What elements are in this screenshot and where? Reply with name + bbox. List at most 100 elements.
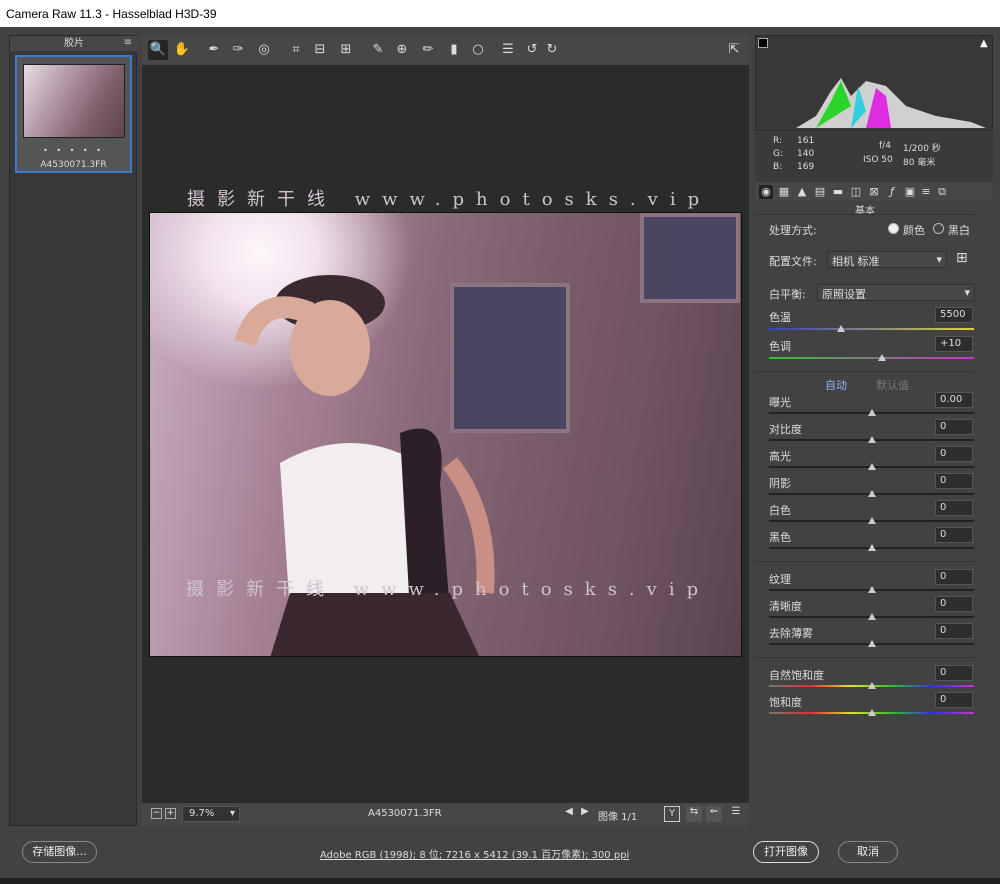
rating-dots[interactable]: • • • • • — [17, 146, 130, 155]
watermark-bottom: 摄影新干线 www.photosks.vip — [186, 579, 711, 600]
effects-tab-icon[interactable]: ƒ — [885, 185, 899, 199]
profile-select[interactable]: 相机 标准 ▾ — [827, 251, 947, 268]
exposure-slider-handle[interactable] — [867, 409, 876, 416]
preferences-icon[interactable]: ☰ — [498, 40, 518, 60]
save-image-button[interactable]: 存储图像... — [22, 841, 97, 863]
shadows-slider-handle[interactable] — [867, 490, 876, 497]
lens-tab-icon[interactable]: ◫ — [849, 185, 863, 199]
preview-area: 🔍 ✋ ✒ ✑ ◎ ⌗ ⊟ ⊞ ✎ ⊕ ✏ ▮ ○ ☰ ↺ ↻ ⇱ 摄影新干线 … — [142, 35, 749, 826]
panel-tabs: ◉ ▦ ▲ ▤ ▬ ◫ ⊠ ƒ ▣ ≡ ⧉ — [755, 183, 993, 201]
temp-slider-track[interactable] — [769, 328, 974, 330]
rotate-right-icon[interactable]: ↻ — [542, 40, 562, 60]
process-label: 处理方式: — [769, 224, 817, 237]
graduated-filter-icon[interactable]: ▮ — [444, 40, 464, 60]
highlight-clipping-toggle[interactable]: ▲ — [980, 38, 990, 49]
image-counter: 图像 1/1 — [598, 812, 638, 823]
split-toning-tab-icon[interactable]: ▬ — [831, 185, 845, 199]
fullscreen-icon[interactable]: ⇱ — [724, 40, 744, 60]
basic-tab-icon[interactable]: ◉ — [759, 185, 773, 199]
red-eye-icon[interactable]: ⊕ — [392, 40, 412, 60]
transform-icon[interactable]: ⊞ — [336, 40, 356, 60]
color-radio[interactable] — [888, 223, 899, 234]
calibration-tab-icon[interactable]: ▣ — [903, 185, 917, 199]
texture-slider-handle[interactable] — [867, 586, 876, 593]
radial-filter-icon[interactable]: ○ — [468, 40, 488, 60]
zoom-out-icon[interactable]: − — [151, 808, 162, 819]
window-bottom-edge — [0, 878, 1000, 884]
temp-slider-handle[interactable] — [836, 325, 845, 332]
hsl-tab-icon[interactable]: ▤ — [813, 185, 827, 199]
bw-radio-label: 黑白 — [948, 224, 970, 237]
prev-image-icon[interactable]: ◀ — [562, 806, 576, 822]
toggle-settings-icon[interactable]: ☰ — [728, 806, 744, 822]
shadow-clipping-toggle[interactable] — [758, 38, 768, 48]
highlights-slider-handle[interactable] — [867, 463, 876, 470]
swap-icon[interactable]: ⇆ — [686, 806, 702, 822]
color-radio-label: 颜色 — [903, 224, 925, 237]
iso-value: ISO 50 — [863, 155, 893, 165]
straighten-icon[interactable]: ⊟ — [310, 40, 330, 60]
presets-tab-icon[interactable]: ≡ — [919, 185, 933, 199]
vibrance-value[interactable]: 0 — [935, 665, 973, 681]
dehaze-slider-handle[interactable] — [867, 640, 876, 647]
preview-bottom-bar: − + 9.7% ▾ A4530071.3FR ◀ ▶ 图像 1/1 Y ⇆ ⇐ … — [142, 803, 749, 826]
zoom-in-icon[interactable]: + — [165, 808, 176, 819]
snapshots-tab-icon[interactable]: ⧉ — [935, 185, 949, 199]
tint-slider-handle[interactable] — [877, 354, 886, 361]
next-image-icon[interactable]: ▶ — [578, 806, 592, 822]
transform-tab-icon[interactable]: ⊠ — [867, 185, 881, 199]
texture-value[interactable]: 0 — [935, 569, 973, 585]
contrast-slider-handle[interactable] — [867, 436, 876, 443]
crop-icon[interactable]: ⌗ — [286, 40, 306, 60]
dehaze-value[interactable]: 0 — [935, 623, 973, 639]
white-balance-icon[interactable]: ✒ — [204, 40, 224, 60]
shutter-value: 1/200 秒 — [903, 144, 941, 154]
profile-label: 配置文件: — [769, 255, 817, 268]
zoom-icon[interactable]: 🔍 — [148, 40, 168, 60]
whites-label: 白色 — [769, 504, 791, 517]
clarity-label: 清晰度 — [769, 600, 802, 613]
before-after-button[interactable]: Y — [664, 806, 680, 822]
hand-icon[interactable]: ✋ — [172, 40, 192, 60]
spot-removal-icon[interactable]: ✎ — [368, 40, 388, 60]
tint-value[interactable]: +10 — [935, 336, 973, 352]
wb-select[interactable]: 原照设置 ▾ — [817, 284, 975, 301]
tint-slider-track[interactable] — [769, 357, 974, 359]
detail-tab-icon[interactable]: ▲ — [795, 185, 809, 199]
saturation-value[interactable]: 0 — [935, 692, 973, 708]
default-button[interactable]: 默认值 — [876, 377, 909, 393]
target-adjust-icon[interactable]: ◎ — [254, 40, 274, 60]
chevron-down-icon: ▾ — [936, 253, 942, 266]
copy-settings-icon[interactable]: ⇐ — [706, 806, 722, 822]
saturation-slider-handle[interactable] — [867, 709, 876, 716]
contrast-value[interactable]: 0 — [935, 419, 973, 435]
whites-slider-handle[interactable] — [867, 517, 876, 524]
workflow-options-link[interactable]: Adobe RGB (1998); 8 位; 7216 x 5412 (39.1… — [320, 846, 629, 861]
blacks-value[interactable]: 0 — [935, 527, 973, 543]
photo-preview[interactable]: 摄影新干线 www.photosks.vip — [149, 212, 742, 657]
cancel-button[interactable]: 取消 — [838, 841, 898, 863]
clarity-value[interactable]: 0 — [935, 596, 973, 612]
filmstrip-thumbnail[interactable]: • • • • • A4530071.3FR — [15, 55, 132, 173]
adjustment-brush-icon[interactable]: ✏ — [418, 40, 438, 60]
temp-value[interactable]: 5500 — [935, 307, 973, 323]
profile-browser-icon[interactable]: ⊞ — [956, 251, 968, 265]
filmstrip-menu-icon[interactable]: ≡ — [124, 37, 132, 48]
blacks-slider-handle[interactable] — [867, 544, 876, 551]
whites-value[interactable]: 0 — [935, 500, 973, 516]
auto-button[interactable]: 自动 — [825, 377, 847, 393]
highlights-value[interactable]: 0 — [935, 446, 973, 462]
exposure-value[interactable]: 0.00 — [935, 392, 973, 408]
rotate-left-icon[interactable]: ↺ — [522, 40, 542, 60]
vibrance-slider-handle[interactable] — [867, 682, 876, 689]
bw-radio[interactable] — [933, 223, 944, 234]
color-sampler-icon[interactable]: ✑ — [228, 40, 248, 60]
shadows-value[interactable]: 0 — [935, 473, 973, 489]
tone-curve-tab-icon[interactable]: ▦ — [777, 185, 791, 199]
open-image-button[interactable]: 打开图像 — [753, 841, 819, 863]
filmstrip-panel: 胶片 ≡ • • • • • A4530071.3FR — [9, 35, 138, 826]
window-title-bar: Camera Raw 11.3 - Hasselblad H3D-39 — [0, 0, 1000, 27]
vibrance-label: 自然饱和度 — [769, 669, 824, 682]
zoom-level-select[interactable]: 9.7% ▾ — [182, 806, 240, 822]
clarity-slider-handle[interactable] — [867, 613, 876, 620]
